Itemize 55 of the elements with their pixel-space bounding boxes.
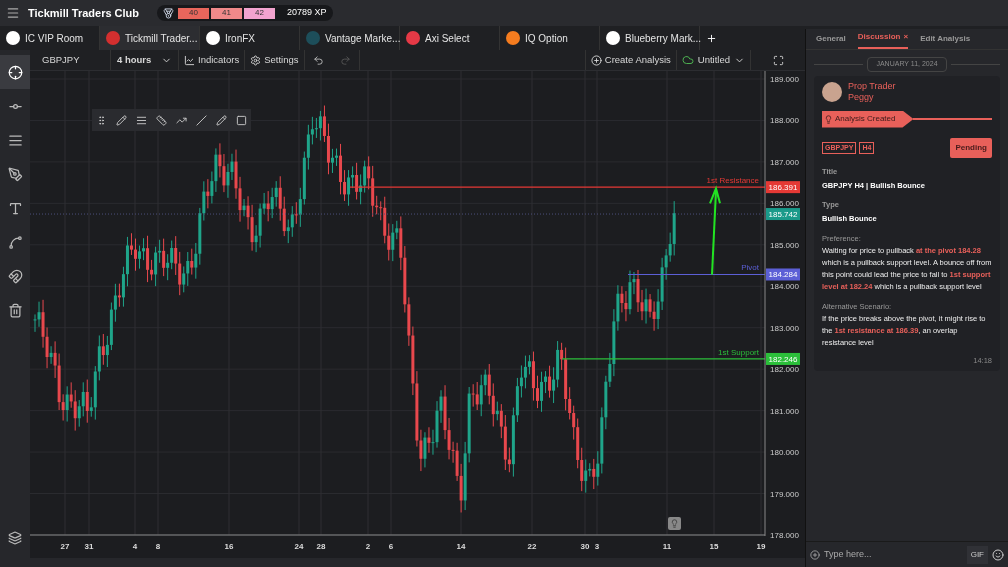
price-axis-label: 185.000 bbox=[770, 240, 799, 250]
gif-button[interactable]: GIF bbox=[966, 545, 988, 564]
date-axis-label: 4 bbox=[132, 542, 138, 551]
symbol-label[interactable]: GBPJPY bbox=[30, 50, 110, 70]
date-axis-label: 27 bbox=[60, 542, 70, 551]
level-label: 1st Support bbox=[718, 347, 759, 357]
panel-tab[interactable]: General bbox=[816, 33, 846, 49]
level-segment: 41 bbox=[211, 7, 243, 19]
date-axis-label: 31 bbox=[84, 542, 94, 551]
price-tag: 186.391 bbox=[766, 181, 800, 194]
price-axis-label: 178.000 bbox=[770, 530, 799, 540]
xp-points: 20789 XP bbox=[287, 6, 327, 20]
price-axis-label: 181.000 bbox=[770, 406, 799, 416]
price-axis-label: 182.000 bbox=[770, 365, 799, 375]
level-segment: 42 bbox=[244, 7, 276, 19]
date-axis-label: 11 bbox=[662, 542, 672, 551]
price-axis-label: 179.000 bbox=[770, 489, 799, 499]
date-axis-label: 24 bbox=[294, 542, 304, 551]
price-axis-label: 180.000 bbox=[770, 448, 799, 458]
status-badge: Pending bbox=[950, 137, 992, 158]
price-axis-label: 184.000 bbox=[770, 282, 799, 292]
price-axis-label: 188.000 bbox=[770, 116, 799, 126]
date-axis-label: 15 bbox=[709, 542, 719, 551]
layout-dropdown[interactable]: Untitled bbox=[675, 50, 751, 70]
event-banner: Analysis Created bbox=[822, 110, 914, 128]
message-input[interactable]: Type here... bbox=[824, 547, 963, 562]
panel-tab[interactable]: Discussion × bbox=[857, 31, 909, 49]
broker-tab[interactable]: Tickmill Trader... bbox=[100, 26, 200, 50]
author-name: Peggy bbox=[848, 91, 875, 103]
indicators-button[interactable]: Indicators bbox=[178, 50, 245, 70]
panel-tab[interactable]: Edit Analysis bbox=[920, 33, 971, 49]
date-axis-label: 8 bbox=[155, 542, 161, 551]
level-segment: 40 bbox=[178, 7, 210, 19]
date-axis-label: 19 bbox=[756, 542, 766, 551]
price-axis-label: 183.000 bbox=[770, 323, 799, 333]
app-title: Tickmill Traders Club bbox=[28, 5, 140, 21]
price-axis-label: 187.000 bbox=[770, 157, 799, 167]
date-axis-label: 28 bbox=[316, 542, 326, 551]
price-axis-label: 186.000 bbox=[770, 199, 799, 209]
date-axis-label: 22 bbox=[527, 542, 537, 551]
interval-dropdown[interactable]: 4 hours bbox=[110, 50, 178, 70]
level-label: 1st Resistance bbox=[706, 176, 759, 186]
author-role: Prop Trader bbox=[848, 80, 896, 92]
create-analysis-button[interactable]: Create Analysis bbox=[584, 50, 676, 70]
date-axis-label: 2 bbox=[365, 542, 371, 551]
level-label: Pivot bbox=[741, 263, 759, 273]
date-axis-label: 16 bbox=[224, 542, 234, 551]
date-axis-label: 30 bbox=[580, 542, 590, 551]
date-axis-label: 3 bbox=[594, 542, 600, 551]
price-tag: 185.742 bbox=[766, 208, 800, 221]
price-tag: 184.284 bbox=[766, 268, 800, 281]
price-axis-label: 189.000 bbox=[770, 75, 799, 84]
date-axis-label: 14 bbox=[456, 542, 466, 551]
date-axis-label: 6 bbox=[388, 542, 394, 551]
settings-button[interactable]: Settings bbox=[244, 50, 304, 70]
